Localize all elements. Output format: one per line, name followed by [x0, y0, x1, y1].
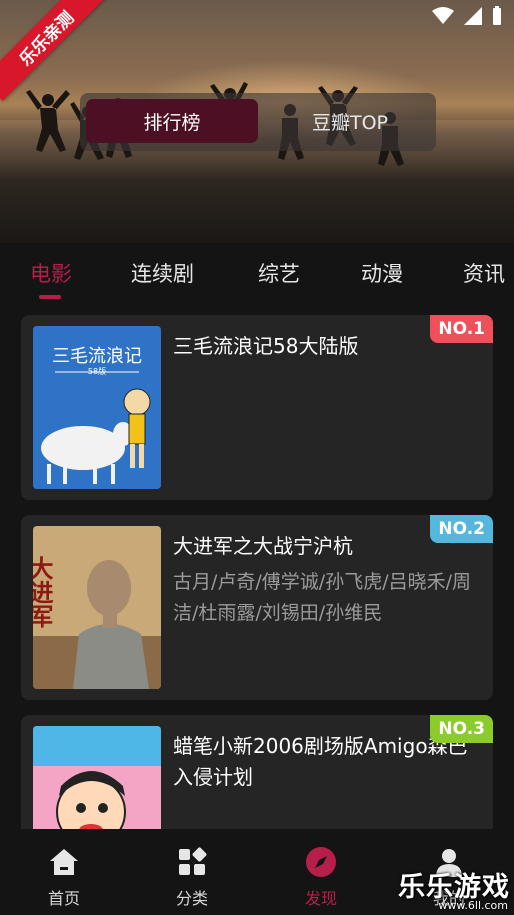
tab-indicator [39, 295, 61, 299]
nav-category[interactable]: 分类 [152, 845, 232, 909]
movie-poster [33, 726, 161, 829]
poster-title: 大进军 [33, 556, 53, 628]
rank-badge: NO.2 [430, 515, 493, 543]
nav-home-label: 首页 [47, 889, 80, 908]
hero-banner: 乐乐亲测 排行榜 豆瓣TOP [0, 0, 514, 243]
rank-badge: NO.1 [430, 315, 493, 343]
nav-discover-label: 发现 [304, 889, 337, 908]
poster-subtitle: 58版 [88, 366, 106, 376]
poster-title: 三毛流浪记 [52, 346, 142, 367]
battery-icon [493, 6, 501, 25]
watermark-url: www.6ll.com [438, 899, 508, 912]
movie-cast: 古月/卢奇/傅学诚/孙飞虎/吕晓禾/周洁/杜雨露/刘锡田/孙维民 [173, 571, 472, 624]
nav-home[interactable]: 首页 [24, 845, 104, 909]
category-tabs: 电影 连续剧 综艺 动漫 资讯 [0, 243, 514, 301]
nav-category-label: 分类 [175, 889, 208, 908]
signal-icon [464, 7, 482, 25]
tab-anime[interactable]: 动漫 [361, 258, 403, 288]
tab-variety[interactable]: 综艺 [258, 258, 300, 288]
ranking-list: 三毛流浪记 58版 三毛流浪记58大陆版 NO.1 大进军 大进军之大战宁沪杭 … [0, 301, 514, 829]
movie-poster: 大进军 [33, 526, 161, 689]
movie-poster: 三毛流浪记 58版 [33, 326, 161, 489]
nav-discover[interactable]: 发现 [281, 845, 361, 909]
home-icon [50, 849, 78, 875]
movie-card[interactable]: 大进军 大进军之大战宁沪杭 古月/卢奇/傅学诚/孙飞虎/吕晓禾/周洁/杜雨露/刘… [21, 515, 493, 700]
compass-icon [306, 847, 336, 877]
segment-ranking[interactable]: 排行榜 [86, 99, 258, 143]
tab-series[interactable]: 连续剧 [131, 258, 194, 288]
tab-movies[interactable]: 电影 [30, 258, 72, 288]
bottom-navigation: 首页 分类 发现 我的 乐乐游戏 www.6ll.com [0, 829, 514, 915]
watermark-logo: 乐乐游戏 www.6ll.com [398, 865, 514, 915]
grid-icon [179, 847, 207, 875]
wifi-icon [432, 7, 454, 24]
segmented-control: 排行榜 豆瓣TOP [80, 93, 436, 151]
tab-news[interactable]: 资讯 [463, 258, 505, 288]
rank-badge: NO.3 [430, 715, 493, 743]
movie-card[interactable]: 三毛流浪记 58版 三毛流浪记58大陆版 NO.1 [21, 315, 493, 500]
segment-douban-top[interactable]: 豆瓣TOP [268, 99, 432, 143]
movie-card[interactable]: 蜡笔小新2006剧场版Amigo森巴入侵计划 NO.3 [21, 715, 493, 829]
